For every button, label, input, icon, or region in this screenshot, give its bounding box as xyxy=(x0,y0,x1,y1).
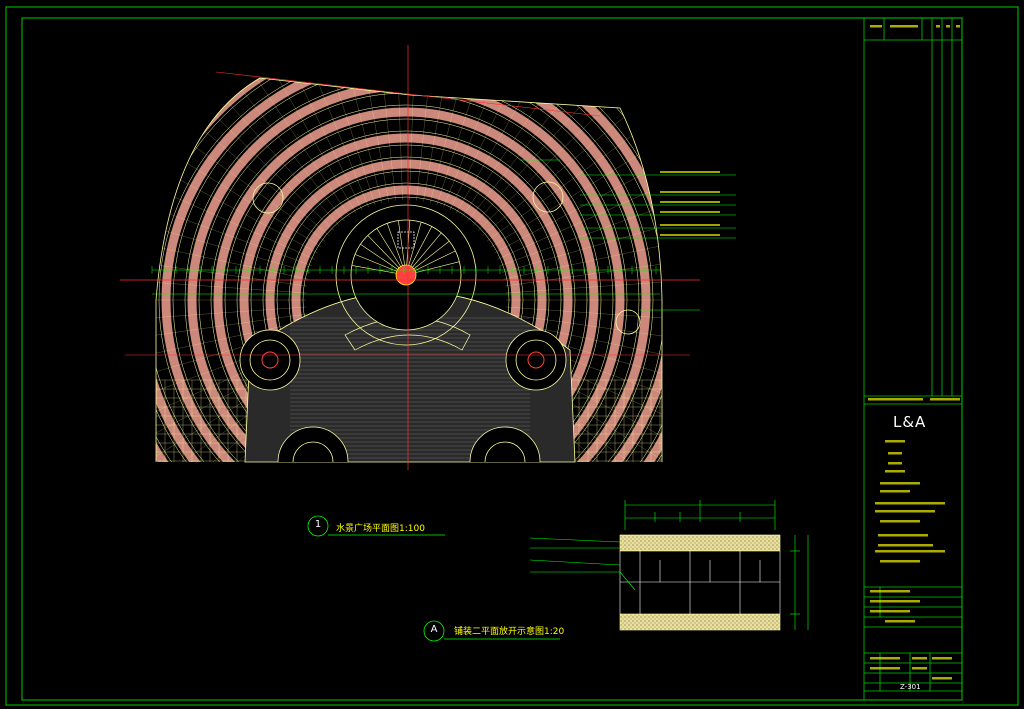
title-block-text-mark xyxy=(956,25,960,28)
paving-strip-top xyxy=(619,534,781,552)
plan-title: 水景广场平面图1:100 xyxy=(336,524,425,534)
title-block-text-mark xyxy=(878,544,933,547)
title-block-text-mark xyxy=(890,25,918,28)
title-block-text-mark xyxy=(870,600,920,603)
plan-number: 1 xyxy=(314,519,322,530)
leader-label-mark xyxy=(660,211,720,213)
leader-label-mark xyxy=(660,224,720,226)
title-block-text-mark xyxy=(875,502,945,505)
leader-label-mark xyxy=(660,234,720,236)
title-block-text-mark xyxy=(878,534,928,537)
leader-label-mark xyxy=(660,171,720,173)
title-block-text-mark xyxy=(885,620,915,623)
title-block-text-mark xyxy=(870,610,910,613)
detail-mark: A xyxy=(430,624,438,635)
title-block-text-mark xyxy=(880,490,910,493)
title-block-text-mark xyxy=(930,398,960,401)
title-block-text-mark xyxy=(912,667,927,670)
leader-label-mark xyxy=(660,191,720,193)
title-block-text-mark xyxy=(880,520,920,523)
title-block-text-mark xyxy=(868,398,923,401)
title-block-text-mark xyxy=(885,440,905,443)
paving-detail xyxy=(529,500,809,631)
company-logo: L&A xyxy=(893,413,927,431)
title-block-text-mark xyxy=(870,590,910,593)
planter-mid-left-outer xyxy=(239,329,301,391)
title-block-text-mark xyxy=(870,667,900,670)
cad-drawing-canvas xyxy=(5,6,1019,706)
title-block-text-mark xyxy=(888,462,902,465)
drawing-number: Z-301 xyxy=(900,683,921,691)
title-block-text-mark xyxy=(870,657,900,660)
title-block-text-mark xyxy=(888,452,902,455)
paving-strip-bottom xyxy=(619,613,781,631)
paving-grid xyxy=(619,551,781,614)
title-block-text-mark xyxy=(936,25,940,28)
title-block-text-mark xyxy=(946,25,950,28)
title-callouts xyxy=(307,515,560,642)
title-block-text-mark xyxy=(932,657,952,660)
fountain-center xyxy=(395,264,417,286)
title-block-text-mark xyxy=(870,25,882,28)
planter-mid-right-outer xyxy=(505,329,567,391)
detail-dimensions xyxy=(529,500,809,630)
title-block-text-mark xyxy=(885,470,905,473)
detail-title: 铺装二平面放开示意图1:20 xyxy=(454,627,565,637)
title-block-text-mark xyxy=(875,510,935,513)
title-block-text-mark xyxy=(932,677,952,680)
title-block-text-mark xyxy=(875,550,945,553)
title-block-text-mark xyxy=(880,560,920,563)
title-block-text-mark xyxy=(912,657,927,660)
leader-label-mark xyxy=(660,201,720,203)
title-block xyxy=(863,17,963,701)
title-block-text-mark xyxy=(880,482,920,485)
